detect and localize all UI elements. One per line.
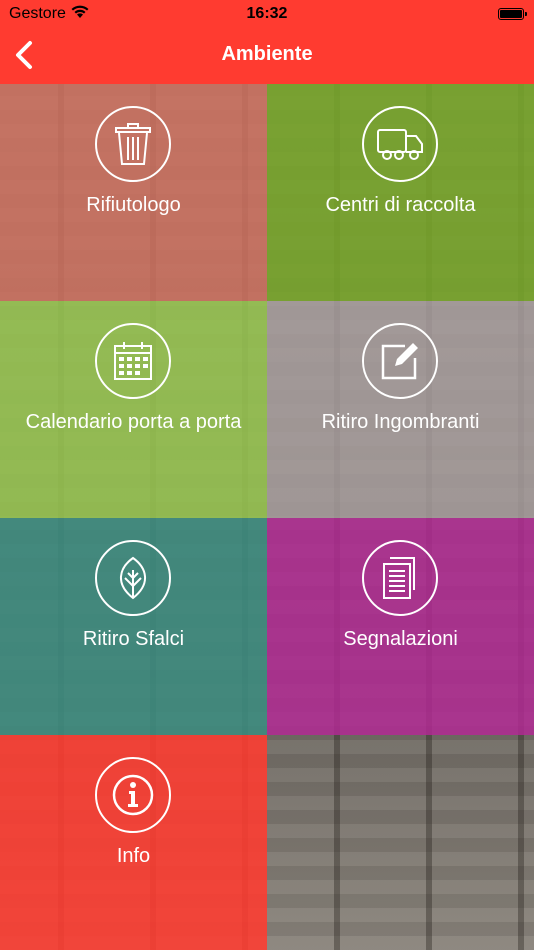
tile-label: Calendario porta a porta (25, 411, 242, 433)
tile-label: Info (116, 845, 151, 867)
documents-icon (383, 557, 415, 599)
tile-icon-circle (362, 106, 438, 182)
tile-centri-di-raccolta[interactable]: Centri di raccolta (267, 84, 534, 301)
tile-label: Ritiro Sfalci (82, 628, 185, 650)
trash-icon (115, 123, 151, 165)
tile-label: Rifiutologo (86, 194, 181, 216)
menu-grid: Rifiutologo Centri di raccolta Calendari… (0, 84, 534, 950)
tile-icon-circle (362, 323, 438, 399)
tile-icon-circle (362, 540, 438, 616)
tile-label: Segnalazioni (343, 628, 458, 650)
tile-icon-circle (95, 540, 171, 616)
navigation-bar: Ambiente (0, 28, 534, 84)
clock: 16:32 (246, 5, 288, 22)
tile-label: Centri di raccolta (325, 194, 476, 216)
leaf-icon (120, 556, 146, 600)
tile-calendario-porta-a-porta[interactable]: Calendario porta a porta (0, 301, 267, 518)
battery-icon (498, 8, 527, 20)
page-title: Ambiente (221, 43, 313, 65)
info-icon (112, 774, 154, 816)
status-bar: Gestore 16:32 (0, 0, 534, 28)
calendar-icon (114, 342, 152, 380)
tile-icon-circle (95, 323, 171, 399)
tile-rifiutologo[interactable]: Rifiutologo (0, 84, 267, 301)
tile-icon-circle (95, 106, 171, 182)
truck-icon (377, 129, 423, 160)
tile-info[interactable]: Info (0, 735, 267, 950)
tile-segnalazioni[interactable]: Segnalazioni (267, 518, 534, 735)
tile-ritiro-ingombranti[interactable]: Ritiro Ingombranti (267, 301, 534, 518)
edit-icon (381, 343, 418, 380)
tile-label: Ritiro Ingombranti (321, 411, 480, 433)
tile-icon-circle (95, 757, 171, 833)
tile-ritiro-sfalci[interactable]: Ritiro Sfalci (0, 518, 267, 735)
